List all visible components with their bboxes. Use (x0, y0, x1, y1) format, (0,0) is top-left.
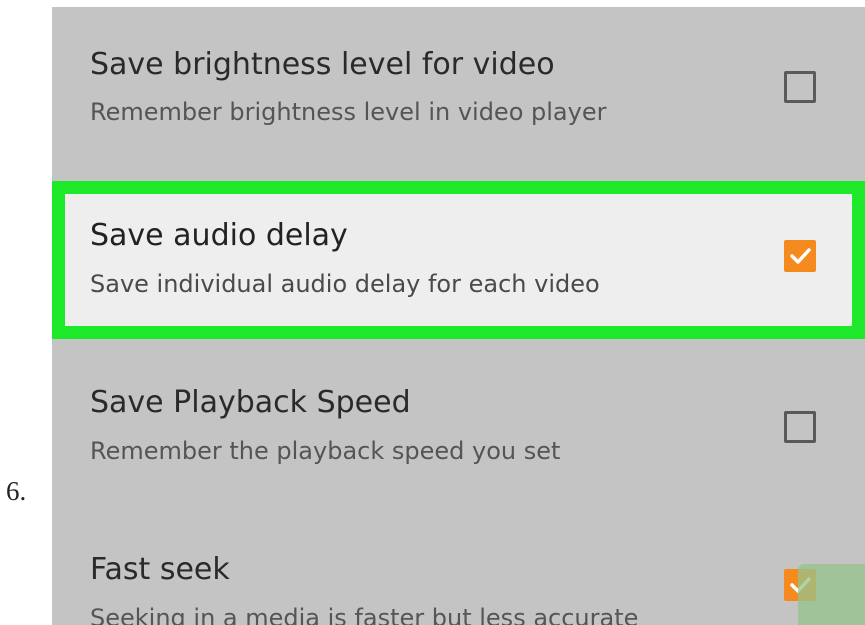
setting-title: Fast seek (90, 552, 230, 587)
setting-description: Seeking in a media is faster but less ac… (90, 604, 639, 625)
setting-fast-seek[interactable]: Fast seek Seeking in a media is faster b… (52, 529, 865, 625)
step-number: 6. (6, 476, 27, 506)
setting-description: Remember the playback speed you set (90, 437, 561, 465)
setting-title: Save Playback Speed (90, 385, 411, 420)
corner-overlay (798, 564, 865, 625)
settings-panel: Save brightness level for video Remember… (52, 7, 865, 625)
checkmark-icon (790, 248, 811, 264)
setting-save-brightness[interactable]: Save brightness level for video Remember… (52, 7, 865, 179)
setting-description: Save individual audio delay for each vid… (90, 270, 600, 298)
save-brightness-checkbox[interactable] (784, 71, 816, 103)
setting-title: Save audio delay (90, 218, 348, 253)
setting-description: Remember brightness level in video playe… (90, 98, 607, 126)
save-playback-speed-checkbox[interactable] (784, 411, 816, 443)
setting-save-playback-speed[interactable]: Save Playback Speed Remember the playbac… (52, 339, 865, 529)
save-audio-delay-checkbox[interactable] (784, 240, 816, 272)
setting-title: Save brightness level for video (90, 47, 555, 82)
setting-save-audio-delay[interactable]: Save audio delay Save individual audio d… (52, 181, 865, 339)
screenshot-page: 6. Save brightness level for video Remem… (0, 0, 865, 625)
